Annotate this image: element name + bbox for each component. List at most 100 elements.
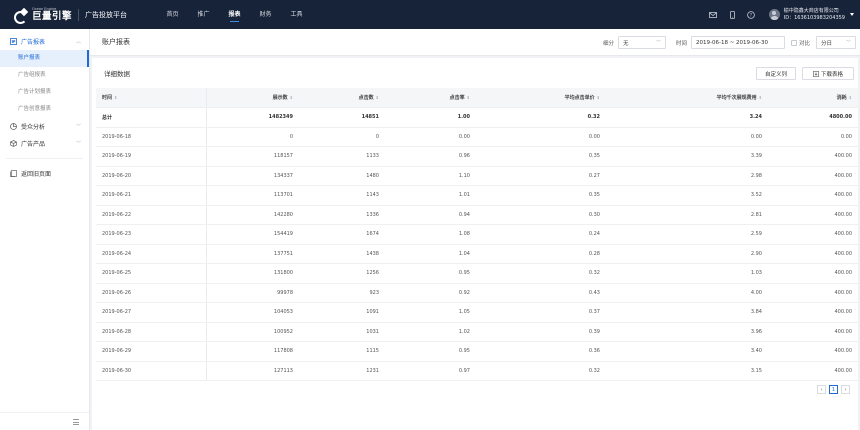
table-cell: 0.35 xyxy=(476,185,606,206)
nav-finance[interactable]: 财务 xyxy=(250,0,281,29)
column-header[interactable]: 平均千次展现费用 ⇕ xyxy=(606,88,768,108)
logo[interactable]: Ocean Engine 巨量引擎 xyxy=(14,7,72,24)
table-cell: 0 xyxy=(299,127,385,147)
download-table-button[interactable]: 下载表格 xyxy=(802,67,854,80)
sort-icon[interactable]: ⇕ xyxy=(597,95,600,100)
table-cell: 1.03 xyxy=(606,263,768,284)
table-cell: 2019-06-26 xyxy=(96,283,207,303)
table-cell: 2019-06-29 xyxy=(96,341,207,362)
table-cell: 1115 xyxy=(299,341,385,362)
sidebar-group-audience[interactable]: 受众分析 ﹀ xyxy=(0,118,89,135)
mobile-icon[interactable] xyxy=(723,10,742,19)
custom-columns-label: 自定义列 xyxy=(764,71,787,78)
sort-icon[interactable]: ⇕ xyxy=(467,95,470,100)
page-1-button[interactable]: 1 xyxy=(829,385,838,394)
table-cell: 2019-06-20 xyxy=(96,166,207,186)
sidebar-divider xyxy=(6,158,83,159)
table-cell: 3.15 xyxy=(606,361,768,381)
table-cell: 1336 xyxy=(299,205,385,225)
granularity-select[interactable]: 分日 ﹀ xyxy=(816,36,856,49)
table-cell: 2019-06-22 xyxy=(96,205,207,225)
table-cell: 400.00 xyxy=(768,146,858,167)
audience-icon xyxy=(9,123,17,131)
custom-columns-button[interactable]: 自定义列 xyxy=(756,67,796,80)
top-bar: Ocean Engine 巨量引擎 广告投放平台 首页 推广 报表 财务 工具 … xyxy=(0,0,860,29)
table-cell: 4.00 xyxy=(606,283,768,303)
table-cell: 113701 xyxy=(206,185,299,206)
table-cell: 127113 xyxy=(206,361,299,381)
sidebar-group-ad-products[interactable]: 广告产品 ﹀ xyxy=(0,135,89,152)
avatar[interactable] xyxy=(768,9,780,20)
divider xyxy=(78,8,80,21)
column-header[interactable]: 平均点击单价 ⇕ xyxy=(476,88,606,108)
column-header[interactable]: 点击数 ⇕ xyxy=(299,88,385,108)
sort-icon[interactable]: ⇕ xyxy=(114,95,117,100)
breakdown-select[interactable]: 无 ﹀ xyxy=(617,36,666,49)
logo-icon xyxy=(14,9,28,24)
sort-icon[interactable]: ⇕ xyxy=(759,95,762,100)
column-header[interactable]: 时间 ⇕ xyxy=(96,88,207,108)
table-cell: 2019-06-23 xyxy=(96,224,207,245)
prev-page-button[interactable]: ‹ xyxy=(817,385,826,394)
table-cell: 0.00 xyxy=(385,127,476,147)
table-cell: 0.32 xyxy=(476,263,606,284)
next-page-button[interactable]: › xyxy=(841,385,850,394)
date-range-picker[interactable]: 2019-06-18 ~ 2019-06-30 xyxy=(690,36,785,49)
column-header[interactable]: 点击率 ⇕ xyxy=(385,88,476,108)
table-cell: 14851 xyxy=(299,107,385,128)
table-cell: 1.04 xyxy=(385,244,476,264)
sidebar-back-to-old[interactable]: 返回旧页面 xyxy=(0,165,89,182)
table-cell: 3.24 xyxy=(606,107,768,128)
nav-reports[interactable]: 报表 xyxy=(219,0,250,29)
sidebar-item-campaign-report[interactable]: 广告计划报表 xyxy=(0,84,89,101)
table-cell: 134337 xyxy=(206,166,299,186)
column-header[interactable]: 展示数 ⇕ xyxy=(206,88,299,108)
card-header: 详细数据 自定义列 下载表格 xyxy=(92,58,858,88)
column-header-label: 消耗 xyxy=(836,95,847,101)
table-cell: 100952 xyxy=(206,322,299,342)
column-header-label: 点击数 xyxy=(358,95,374,101)
nav-promotion[interactable]: 推广 xyxy=(188,0,219,29)
sidebar-group-label: 广告产品 xyxy=(21,141,46,148)
back-to-old-label: 返回旧页面 xyxy=(21,171,52,178)
table-cell: 3.40 xyxy=(606,341,768,362)
table-cell: 2.98 xyxy=(606,166,768,186)
column-header-label: 时间 xyxy=(102,95,113,101)
collapse-menu-icon[interactable] xyxy=(73,419,79,425)
chevron-down-icon: ﹀ xyxy=(75,141,81,147)
nav-tools[interactable]: 工具 xyxy=(281,0,312,29)
table-cell: 2019-06-30 xyxy=(96,361,207,381)
table-cell: 3.39 xyxy=(606,146,768,167)
user-id: ID：1636103983204359 xyxy=(783,14,845,21)
sidebar-group-ad-reports[interactable]: 广告报表 ︿ xyxy=(0,33,89,50)
sidebar-item-creative-report[interactable]: 广告创意报表 xyxy=(0,101,89,118)
table-cell: 2019-06-21 xyxy=(96,185,207,206)
sidebar-item-adgroup-report[interactable]: 广告组报表 xyxy=(0,67,89,84)
sort-icon[interactable]: ⇕ xyxy=(849,95,852,100)
pagination: ‹ 1 › xyxy=(814,385,850,394)
report-header: 账户报表 细分 无 ﹀ 时间 2019-06-18 ~ 2019-06-30 对… xyxy=(90,29,860,56)
help-icon[interactable]: ? xyxy=(742,10,761,19)
sort-icon[interactable]: ⇕ xyxy=(290,95,293,100)
mail-icon[interactable] xyxy=(704,11,723,18)
table-cell: 1482349 xyxy=(206,107,299,128)
table-row: 2019-06-30 127113 1231 0.97 0.32 3.15 400.00 xyxy=(96,361,858,381)
table-cell: 400.00 xyxy=(768,322,858,342)
column-header[interactable]: 消耗 ⇕ xyxy=(768,88,858,108)
compare-checkbox[interactable] xyxy=(790,39,797,46)
account-dropdown-icon[interactable] xyxy=(850,13,854,16)
table-cell: 400.00 xyxy=(768,185,858,206)
nav-home[interactable]: 首页 xyxy=(157,0,188,29)
table-row: 2019-06-27 104053 1091 1.05 0.37 3.84 400.00 xyxy=(96,302,858,323)
table-row: 2019-06-28 100952 1031 1.02 0.39 3.96 400.00 xyxy=(96,322,858,342)
table-header-row: 时间 ⇕ 展示数 ⇕ 点击数 ⇕ 点击率 ⇕ 平均点击单价 ⇕ 平均千次展现费用 ⇕ 消耗 ⇕ xyxy=(96,88,858,108)
sidebar-item-account-report[interactable]: 账户报表 xyxy=(0,50,89,67)
table-cell: 1480 xyxy=(299,166,385,186)
column-header-label: 平均点击单价 xyxy=(564,95,595,101)
sort-icon[interactable]: ⇕ xyxy=(376,95,379,100)
table-cell: 4800.00 xyxy=(768,107,858,128)
table-cell: 1133 xyxy=(299,146,385,167)
user-info[interactable]: 榆中隐鑫大商店有限公司 ID：1636103983204359 xyxy=(784,8,845,21)
table-body: 总计 1482349 14851 1.00 0.32 3.24 4800.00 2019-06… xyxy=(96,107,858,381)
table-cell: 1.02 xyxy=(385,322,476,342)
